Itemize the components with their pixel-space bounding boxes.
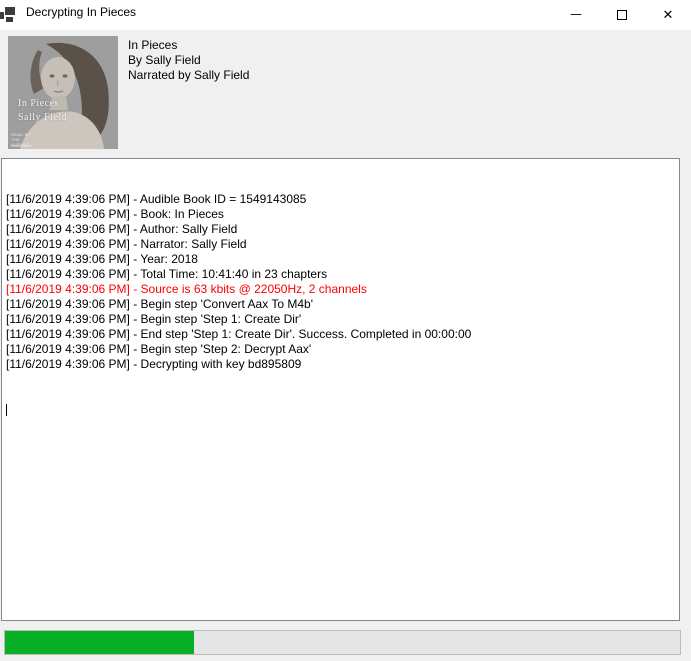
log-line: [11/6/2019 4:39:06 PM] - Author: Sally F… <box>6 222 675 237</box>
log-line: [11/6/2019 4:39:06 PM] - Total Time: 10:… <box>6 267 675 282</box>
cover-author-text: Sally Field <box>18 112 67 123</box>
progress-bar-fill <box>5 631 194 654</box>
maximize-button[interactable] <box>599 0 645 30</box>
book-author: By Sally Field <box>128 53 249 68</box>
minimize-icon: — <box>570 7 582 21</box>
window-controls: — ✕ <box>553 0 691 30</box>
close-button[interactable]: ✕ <box>645 0 691 30</box>
log-line: [11/6/2019 4:39:06 PM] - Audible Book ID… <box>6 192 675 207</box>
app-window: Decrypting In Pieces — ✕ <box>0 0 691 661</box>
log-line: [11/6/2019 4:39:06 PM] - Begin step 'Ste… <box>6 312 675 327</box>
cover-title-text: In Pieces <box>18 98 59 109</box>
book-cover-image: In Pieces Sally Field READ BY THE AUTHOR… <box>8 36 118 149</box>
log-lines: [11/6/2019 4:39:06 PM] - Audible Book ID… <box>6 192 675 372</box>
progress-bar <box>4 630 681 655</box>
close-icon: ✕ <box>663 8 674 23</box>
log-line: [11/6/2019 4:39:06 PM] - Book: In Pieces <box>6 207 675 222</box>
log-line: [11/6/2019 4:39:06 PM] - Year: 2018 <box>6 252 675 267</box>
log-line: [11/6/2019 4:39:06 PM] - End step 'Step … <box>6 327 675 342</box>
minimize-button[interactable]: — <box>553 0 599 30</box>
book-narrator: Narrated by Sally Field <box>128 68 249 83</box>
log-line: [11/6/2019 4:39:06 PM] - Decrypting with… <box>6 357 675 372</box>
log-line: [11/6/2019 4:39:06 PM] - Begin step 'Con… <box>6 297 675 312</box>
log-output[interactable]: [11/6/2019 4:39:06 PM] - Audible Book ID… <box>1 158 680 621</box>
log-line: [11/6/2019 4:39:06 PM] - Source is 63 kb… <box>6 282 675 297</box>
cover-edition-text: Unabridged <box>11 143 32 148</box>
log-line: [11/6/2019 4:39:06 PM] - Begin step 'Ste… <box>6 342 675 357</box>
text-caret <box>6 404 7 416</box>
app-icon <box>0 4 14 26</box>
maximize-icon <box>617 10 627 20</box>
window-title: Decrypting In Pieces <box>26 5 136 19</box>
log-line: [11/6/2019 4:39:06 PM] - Narrator: Sally… <box>6 237 675 252</box>
book-info: In Pieces By Sally Field Narrated by Sal… <box>128 38 249 83</box>
book-title: In Pieces <box>128 38 249 53</box>
title-bar: Decrypting In Pieces — ✕ <box>0 0 691 30</box>
